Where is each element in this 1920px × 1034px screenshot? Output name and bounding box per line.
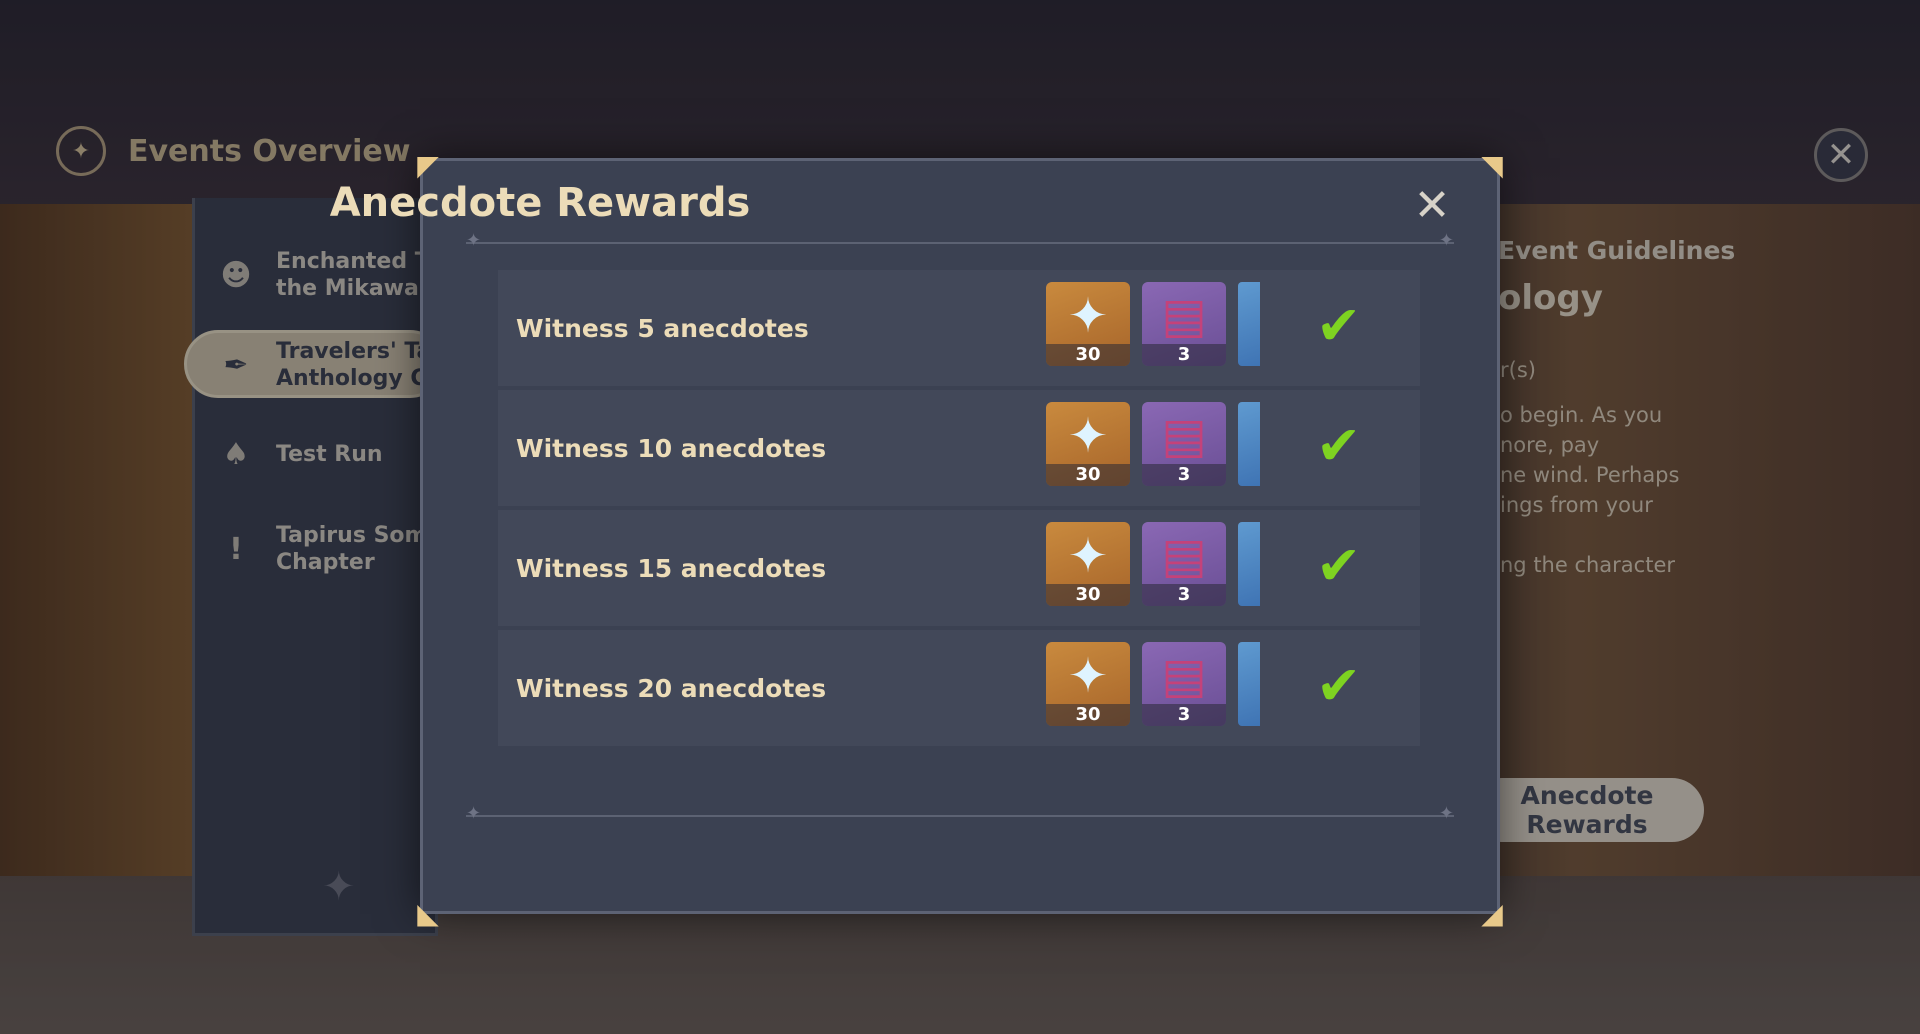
book-reward[interactable]: ▤ 3 [1142,522,1226,606]
reward-count: 3 [1142,584,1226,606]
reward-requirement: Witness 5 anecdotes [516,313,809,343]
corner-ornament-icon: ◣ [417,897,439,930]
book-icon: ▤ [1161,288,1207,344]
divider-bottom [466,803,1454,824]
primogem-reward[interactable]: ✦ 30 [1046,282,1130,366]
primogem-icon: ✦ [1067,528,1109,584]
reward-count: 30 [1046,344,1130,366]
primogem-reward[interactable]: ✦ 30 [1046,402,1130,486]
reward-count: 30 [1046,704,1130,726]
reward-count: 3 [1142,464,1226,486]
book-icon: ▤ [1161,528,1207,584]
reward-count: 3 [1142,344,1226,366]
reward-row: Witness 10 anecdotes ✦ 30 ▤ 3 ✔ [498,390,1420,506]
book-icon: ▤ [1161,408,1207,464]
book-reward[interactable]: ▤ 3 [1142,282,1226,366]
book-reward[interactable]: ▤ 3 [1142,402,1226,486]
book-reward[interactable]: ▤ 3 [1142,642,1226,726]
reward-row: Witness 5 anecdotes ✦ 30 ▤ 3 ✔ [498,270,1420,386]
primogem-icon: ✦ [1067,648,1109,704]
reward-requirement: Witness 20 anecdotes [516,673,827,703]
check-icon: ✔ [1316,534,1362,597]
reward-row: Witness 15 anecdotes ✦ 30 ▤ 3 ✔ [498,510,1420,626]
primogem-reward[interactable]: ✦ 30 [1046,642,1130,726]
primogem-icon: ✦ [1067,408,1109,464]
reward-row: Witness 20 anecdotes ✦ 30 ▤ 3 ✔ [498,630,1420,746]
partial-reward-item[interactable] [1238,402,1260,486]
primogem-reward[interactable]: ✦ 30 [1046,522,1130,606]
close-icon[interactable]: ✕ [1408,182,1456,230]
reward-list: Witness 5 anecdotes ✦ 30 ▤ 3 ✔ Witness 1… [498,270,1420,750]
check-icon: ✔ [1316,654,1362,717]
corner-ornament-icon: ◢ [1481,897,1503,930]
reward-count: 3 [1142,704,1226,726]
partial-reward-item[interactable] [1238,282,1260,366]
reward-count: 30 [1046,464,1130,486]
partial-reward-item[interactable] [1238,522,1260,606]
divider-top [466,230,1454,251]
partial-reward-item[interactable] [1238,642,1260,726]
reward-count: 30 [1046,584,1130,606]
reward-requirement: Witness 10 anecdotes [516,433,827,463]
corner-ornament-icon: ◤ [417,149,439,182]
corner-ornament-icon: ◥ [1481,149,1503,182]
primogem-icon: ✦ [1067,288,1109,344]
dialog-title: Anecdote Rewards [329,180,751,226]
book-icon: ▤ [1161,648,1207,704]
reward-requirement: Witness 15 anecdotes [516,553,827,583]
check-icon: ✔ [1316,294,1362,357]
check-icon: ✔ [1316,414,1362,477]
